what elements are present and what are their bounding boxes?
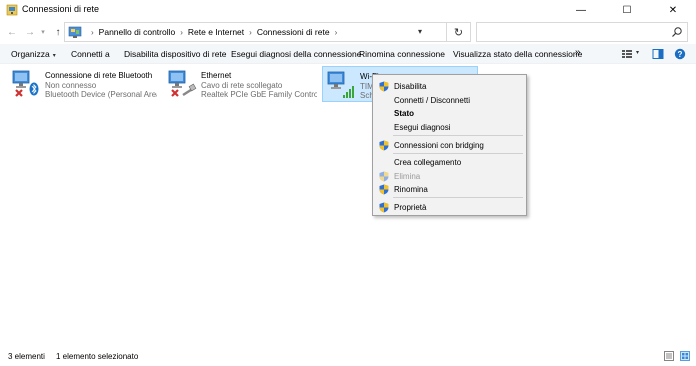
menu-item-label: Proprietà bbox=[394, 203, 427, 212]
menu-item-label: Connessioni con bridging bbox=[394, 141, 484, 150]
menu-item-delete: Elimina bbox=[373, 169, 526, 183]
menu-item-properties[interactable]: Proprietà bbox=[373, 200, 526, 214]
menu-item-label: Connetti / Disconnetti bbox=[394, 96, 471, 105]
connection-item-bluetooth[interactable]: Connessione di rete Bluetooth Non connes… bbox=[8, 66, 158, 102]
connection-name: Connessione di rete Bluetooth bbox=[45, 71, 153, 80]
connection-status: Non connesso bbox=[45, 81, 97, 90]
refresh-button[interactable]: ↻ bbox=[447, 22, 471, 42]
menu-item-rename[interactable]: Rinomina bbox=[373, 182, 526, 196]
recent-locations-button[interactable]: ▾ bbox=[38, 24, 48, 40]
breadcrumb-network-connections[interactable]: Connessioni di rete bbox=[257, 27, 330, 37]
large-icons-view-icon[interactable] bbox=[680, 351, 690, 361]
menu-item-bridge[interactable]: Connessioni con bridging bbox=[373, 138, 526, 152]
admin-shield-icon bbox=[379, 184, 389, 195]
selection-count: 1 elemento selezionato bbox=[56, 352, 139, 361]
menu-separator bbox=[393, 153, 523, 154]
menu-separator bbox=[393, 135, 523, 136]
bluetooth-network-icon bbox=[12, 70, 39, 97]
details-view-icon[interactable] bbox=[664, 351, 674, 361]
minimize-button[interactable]: — bbox=[558, 0, 604, 20]
connections-list: Connessione di rete Bluetooth Non connes… bbox=[0, 64, 696, 346]
menu-item-label: Rinomina bbox=[394, 185, 428, 194]
connection-device: Bluetooth Device (Personal Area ... bbox=[45, 90, 157, 99]
menu-item-label: Crea collegamento bbox=[394, 158, 462, 167]
menu-item-connect-disconnect[interactable]: Connetti / Disconnetti bbox=[373, 93, 526, 107]
rename-connection-button[interactable]: Rinomina connessione bbox=[359, 49, 445, 59]
menu-item-label: Elimina bbox=[394, 172, 421, 181]
breadcrumb-separator: › bbox=[334, 27, 338, 37]
item-count: 3 elementi bbox=[8, 352, 45, 361]
address-bar[interactable]: › Pannello di controllo › Rete e Interne… bbox=[64, 22, 447, 42]
breadcrumb-network-internet[interactable]: Rete e Internet bbox=[188, 27, 244, 37]
connection-name: Ethernet bbox=[201, 71, 232, 80]
chevron-down-icon: ▾ bbox=[52, 53, 56, 59]
more-commands-button[interactable]: » bbox=[575, 47, 581, 58]
menu-item-disable[interactable]: Disabilita bbox=[373, 79, 526, 93]
back-button[interactable]: ← bbox=[4, 24, 20, 40]
ethernet-network-icon bbox=[168, 70, 197, 97]
network-connections-icon bbox=[6, 4, 18, 16]
maximize-button[interactable]: ☐ bbox=[604, 0, 650, 20]
forward-button[interactable]: → bbox=[22, 24, 38, 40]
breadcrumb-separator: › bbox=[249, 27, 252, 37]
view-options-icon[interactable] bbox=[621, 48, 633, 60]
title-bar: Connessioni di rete — ☐ ✕ bbox=[0, 0, 696, 20]
help-icon[interactable]: ? bbox=[674, 48, 686, 60]
context-menu: Disabilita Connetti / Disconnetti Stato … bbox=[372, 74, 527, 216]
admin-shield-icon bbox=[379, 202, 389, 213]
breadcrumb-separator: › bbox=[180, 27, 183, 37]
address-row: ← → ▾ ↑ › Pannello di controllo › Rete e… bbox=[0, 20, 696, 44]
menu-item-label: Stato bbox=[394, 109, 414, 118]
breadcrumb-separator: › bbox=[91, 27, 94, 37]
breadcrumb-control-panel[interactable]: Pannello di controllo bbox=[99, 27, 176, 37]
svg-text:?: ? bbox=[678, 50, 683, 59]
disable-device-button[interactable]: Disabilita dispositivo di rete bbox=[124, 49, 227, 59]
connection-item-ethernet[interactable]: Ethernet Cavo di rete scollegato Realtek… bbox=[164, 66, 318, 102]
menu-item-diagnose[interactable]: Esegui diagnosi bbox=[373, 120, 526, 134]
window-title: Connessioni di rete bbox=[22, 4, 100, 14]
address-dropdown-button[interactable]: ▾ bbox=[418, 27, 422, 36]
wifi-network-icon bbox=[327, 71, 354, 98]
admin-shield-icon bbox=[379, 171, 389, 182]
close-button[interactable]: ✕ bbox=[650, 0, 696, 20]
view-connection-status-button[interactable]: Visualizza stato della connessione bbox=[453, 49, 582, 59]
organize-button[interactable]: Organizza ▾ bbox=[11, 49, 56, 59]
control-panel-icon bbox=[68, 26, 82, 38]
connection-status: Cavo di rete scollegato bbox=[201, 81, 283, 90]
menu-item-label: Disabilita bbox=[394, 82, 427, 91]
menu-item-create-shortcut[interactable]: Crea collegamento bbox=[373, 155, 526, 169]
preview-pane-icon[interactable] bbox=[652, 48, 664, 60]
view-options-dropdown[interactable]: ▾ bbox=[636, 49, 639, 56]
menu-separator bbox=[393, 197, 523, 198]
command-bar: Organizza ▾ Connetti a Disabilita disposi… bbox=[0, 44, 696, 64]
menu-item-status[interactable]: Stato bbox=[373, 106, 526, 120]
search-input[interactable] bbox=[476, 22, 688, 42]
menu-item-label: Esegui diagnosi bbox=[394, 123, 451, 132]
connect-to-button[interactable]: Connetti a bbox=[71, 49, 110, 59]
connection-device: Realtek PCIe GbE Family Controller bbox=[201, 90, 317, 99]
admin-shield-icon bbox=[379, 81, 389, 92]
admin-shield-icon bbox=[379, 140, 389, 151]
search-icon bbox=[672, 27, 682, 37]
diagnose-connection-button[interactable]: Esegui diagnosi della connessione bbox=[231, 49, 361, 59]
status-bar: 3 elementi 1 elemento selezionato bbox=[0, 346, 696, 366]
organize-label: Organizza bbox=[11, 49, 50, 59]
